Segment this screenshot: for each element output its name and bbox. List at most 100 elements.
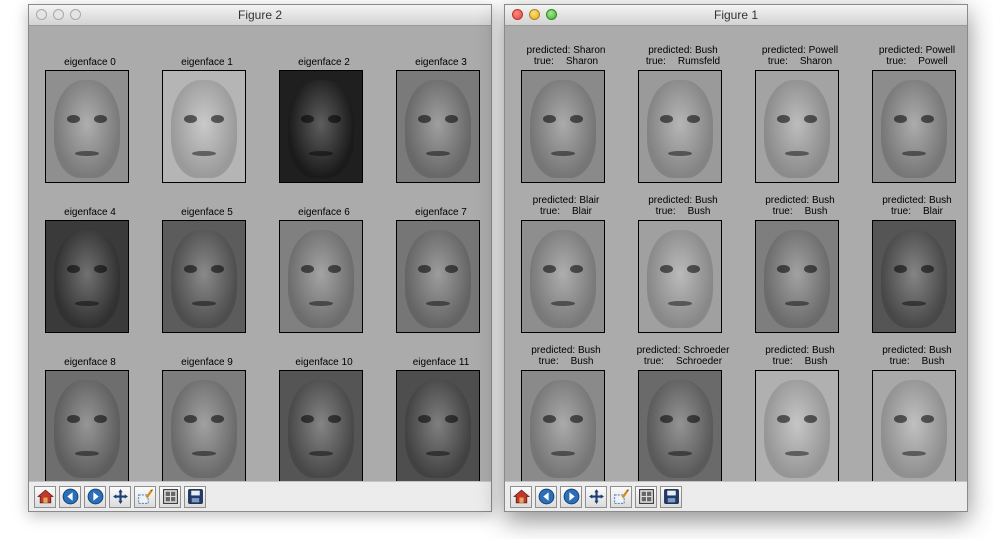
eigenface-subplot: eigenface 3 (382, 56, 491, 206)
save-button[interactable] (184, 485, 206, 508)
close-button[interactable] (36, 9, 47, 20)
pan-button[interactable] (109, 485, 131, 508)
zoom-button[interactable] (610, 485, 632, 508)
figure-1-window[interactable]: Figure 1 predicted: Sharon true: Sharon pre… (504, 4, 968, 512)
save-button[interactable] (660, 485, 682, 508)
eigenface-label: eigenface 3 (415, 57, 467, 68)
prediction-subplot: predicted: Sharon true: Sharon (507, 45, 625, 206)
floppy-disk-icon (663, 488, 680, 505)
predicted-label: predicted: Powell (878, 45, 956, 56)
eigenface-label: eigenface 7 (415, 207, 467, 218)
window-titlebar[interactable]: Figure 2 (29, 5, 491, 26)
window-title: Figure 2 (237, 8, 283, 22)
true-label-line: true: Bush (848, 356, 967, 367)
true-label-prefix: true: (645, 56, 666, 67)
subplots-button[interactable] (635, 485, 657, 508)
close-button[interactable] (512, 9, 523, 20)
figure-canvas[interactable]: predicted: Sharon true: Sharon predicted: B… (505, 26, 967, 483)
face-image (521, 70, 605, 183)
face-image (162, 220, 246, 333)
face-image (162, 370, 246, 483)
eigenface-label: eigenface 5 (181, 207, 233, 218)
eigenface-label: eigenface 8 (64, 357, 116, 368)
face-image (638, 370, 722, 483)
face-image (45, 220, 129, 333)
prediction-subplot: predicted: Blair true: Blair (507, 195, 625, 356)
face-image (162, 70, 246, 183)
face-image (638, 220, 722, 333)
zoom-button[interactable] (134, 485, 156, 508)
true-label-name: Sharon (565, 56, 599, 67)
predicted-label: predicted: Bush (882, 345, 952, 356)
forward-button[interactable] (84, 485, 106, 508)
true-label-name: Rumsfeld (677, 56, 721, 67)
true-label-prefix: true: (538, 356, 559, 367)
zoom-rect-icon (137, 488, 154, 505)
prediction-subplot: predicted: Powell true: Powell (858, 45, 967, 206)
zoom-window-button[interactable] (546, 9, 557, 20)
true-label-line: true: Blair (848, 206, 967, 217)
true-label-prefix: true: (643, 356, 664, 367)
face-image (279, 220, 363, 333)
eigenface-label: eigenface 2 (298, 57, 350, 68)
true-label-name: Bush (921, 356, 945, 367)
pan-button[interactable] (585, 485, 607, 508)
true-label-prefix: true: (772, 356, 793, 367)
minimize-button[interactable] (529, 9, 540, 20)
true-label-name: Powell (918, 56, 948, 67)
zoom-rect-icon (613, 488, 630, 505)
window-titlebar[interactable]: Figure 1 (505, 5, 967, 26)
face-image (45, 370, 129, 483)
true-label-prefix: true: (767, 56, 788, 67)
true-label-name: Sharon (799, 56, 833, 67)
eigenface-label: eigenface 1 (181, 57, 233, 68)
face-image (521, 370, 605, 483)
zoom-window-button[interactable] (70, 9, 81, 20)
true-label-name: Bush (804, 206, 828, 217)
prediction-subplot: predicted: Bush true: Blair (858, 195, 967, 356)
figure-2-window[interactable]: Figure 2 eigenface 0 eigenface 1 eigenface… (28, 4, 492, 512)
prediction-subplot: predicted: Powell true: Sharon (741, 45, 859, 206)
eigenface-subplot: eigenface 2 (265, 56, 383, 206)
true-label-line: true: Powell (848, 56, 967, 67)
figure-canvas[interactable]: eigenface 0 eigenface 1 eigenface 2 eigenfa… (29, 26, 491, 483)
back-button[interactable] (535, 485, 557, 508)
true-label-prefix: true: (539, 206, 560, 217)
true-label-name: Schroeder (675, 356, 723, 367)
face-image (755, 220, 839, 333)
eigenface-label: eigenface 9 (181, 357, 233, 368)
prediction-subplot: predicted: Bush true: Rumsfeld (624, 45, 742, 206)
eigenface-label: eigenface 11 (412, 357, 470, 368)
forward-arrow-icon (563, 488, 580, 505)
subplots-config-icon (162, 488, 179, 505)
subplot-title: eigenface 3 (372, 57, 491, 68)
face-image (396, 220, 480, 333)
true-label-prefix: true: (655, 206, 676, 217)
true-label-prefix: true: (890, 206, 911, 217)
face-image (396, 370, 480, 483)
true-label-name: Bush (804, 356, 828, 367)
subplot-title: eigenface 7 (372, 207, 491, 218)
minimize-button[interactable] (53, 9, 64, 20)
forward-button[interactable] (560, 485, 582, 508)
face-image (279, 70, 363, 183)
eigenface-subplot: eigenface 6 (265, 206, 383, 356)
back-button[interactable] (59, 485, 81, 508)
eigenface-grid: eigenface 0 eigenface 1 eigenface 2 eigenfa… (29, 26, 491, 483)
floppy-disk-icon (187, 488, 204, 505)
subplots-config-icon (638, 488, 655, 505)
home-button[interactable] (510, 485, 532, 508)
window-controls (512, 9, 557, 20)
pan-arrows-icon (112, 488, 129, 505)
eigenface-label: eigenface 0 (64, 57, 116, 68)
forward-arrow-icon (87, 488, 104, 505)
subplot-title: predicted: Bush true: Blair (848, 195, 967, 217)
eigenface-subplot: eigenface 0 (31, 56, 149, 206)
eigenface-label: eigenface 4 (64, 207, 116, 218)
subplot-title: predicted: Powell true: Powell (848, 45, 967, 67)
face-image (45, 70, 129, 183)
home-button[interactable] (34, 485, 56, 508)
subplots-button[interactable] (159, 485, 181, 508)
navigation-toolbar (29, 481, 491, 511)
face-image (279, 370, 363, 483)
